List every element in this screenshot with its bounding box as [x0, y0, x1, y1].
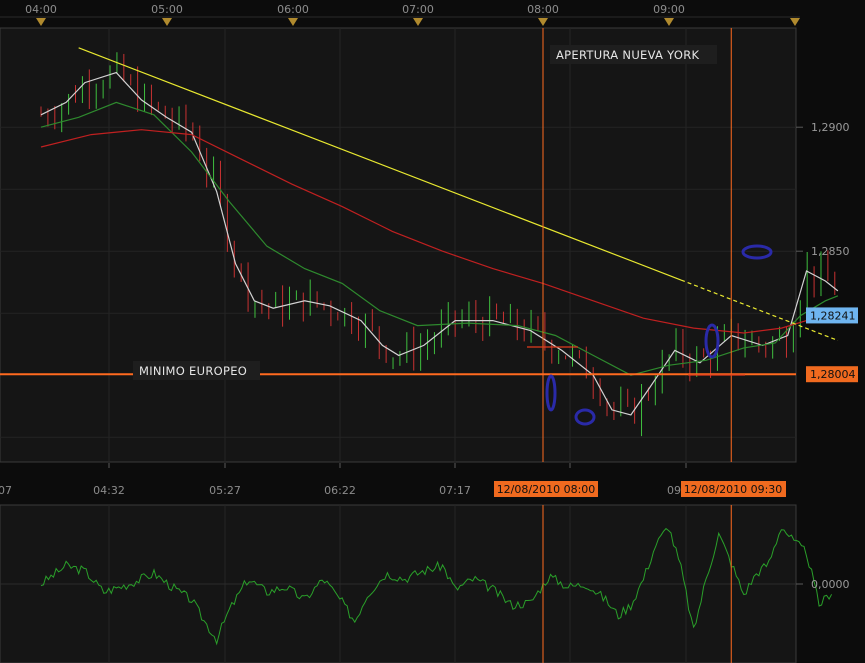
- annotation-label: MINIMO EUROPEO: [139, 364, 247, 378]
- date-marker-label: 12/08/2010 08:00: [497, 483, 596, 496]
- top-tick-label: 06:00: [277, 3, 309, 16]
- annotation-label: APERTURA NUEVA YORK: [556, 48, 699, 62]
- forex-chart: 04:00 05:00 06:00 07:00 08:00 09:00 APER…: [0, 0, 865, 663]
- top-tick-label: 07:00: [402, 3, 434, 16]
- bottom-tick-label: 05:27: [209, 484, 241, 497]
- date-marker-label: 12/08/2010 09:30: [684, 483, 783, 496]
- top-tick-label: 05:00: [151, 3, 183, 16]
- last-price-label: 1,28241: [810, 309, 856, 322]
- date-marker-0930: 12/08/2010 09:30: [681, 481, 786, 497]
- support-price-label: 1,28004: [810, 368, 856, 381]
- date-marker-0800: 12/08/2010 08:00: [494, 481, 598, 497]
- annotation-ny-open: APERTURA NUEVA YORK: [550, 45, 717, 64]
- price-tick-label: 1,2900: [811, 121, 850, 134]
- bottom-tick-label: 09: [667, 484, 681, 497]
- price-panel[interactable]: [0, 27, 797, 463]
- price-tick-label: 1,2850: [811, 245, 850, 258]
- bottom-tick-label: 07: [0, 484, 12, 497]
- top-tick-label: 08:00: [527, 3, 559, 16]
- bottom-tick-label: 06:22: [324, 484, 356, 497]
- top-tick-label: 04:00: [25, 3, 57, 16]
- oscillator-tick-label: 0,0000: [811, 578, 850, 591]
- bottom-tick-label: 07:17: [439, 484, 471, 497]
- top-tick-label: 09:00: [653, 3, 685, 16]
- bottom-tick-label: 04:32: [93, 484, 125, 497]
- annotation-euro-low: MINIMO EUROPEO: [133, 361, 260, 380]
